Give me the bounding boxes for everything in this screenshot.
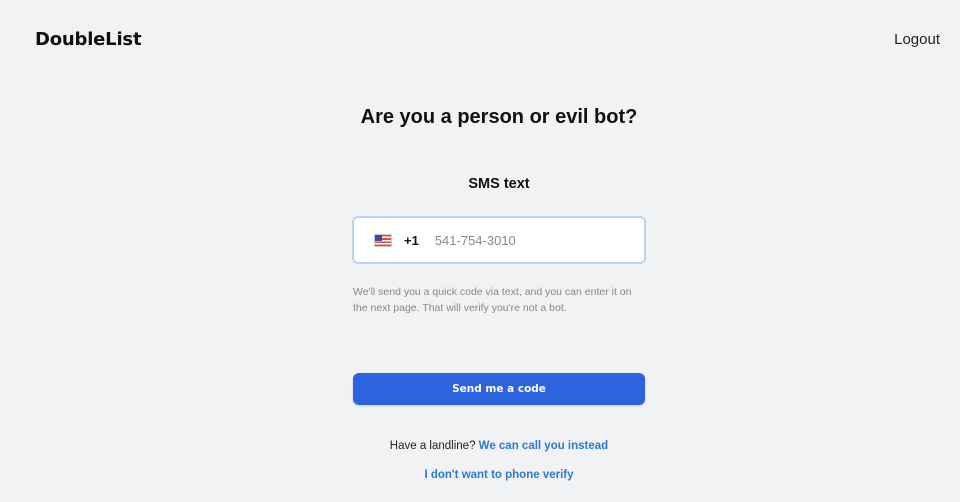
landline-row: Have a landline? We can call you instead: [0, 440, 960, 452]
skip-verify-row: I don't want to phone verify: [0, 469, 960, 481]
logout-link[interactable]: Logout: [894, 31, 940, 48]
send-code-button[interactable]: Send me a code: [353, 373, 645, 405]
sms-section-label: SMS text: [468, 176, 530, 192]
us-flag-icon[interactable]: [374, 233, 392, 247]
page-title: Are you a person or evil bot?: [360, 106, 638, 128]
skip-phone-verify-link[interactable]: I don't want to phone verify: [424, 469, 573, 481]
dial-code[interactable]: +1: [404, 233, 419, 248]
landline-prompt: Have a landline?: [389, 440, 476, 452]
phone-field[interactable]: +1: [352, 216, 646, 264]
call-instead-link[interactable]: We can call you instead: [479, 440, 609, 452]
phone-number-input[interactable]: [434, 232, 625, 248]
sms-help-text: We'll send you a quick code via text, an…: [353, 286, 632, 314]
logo[interactable]: DoubleList: [35, 29, 142, 50]
